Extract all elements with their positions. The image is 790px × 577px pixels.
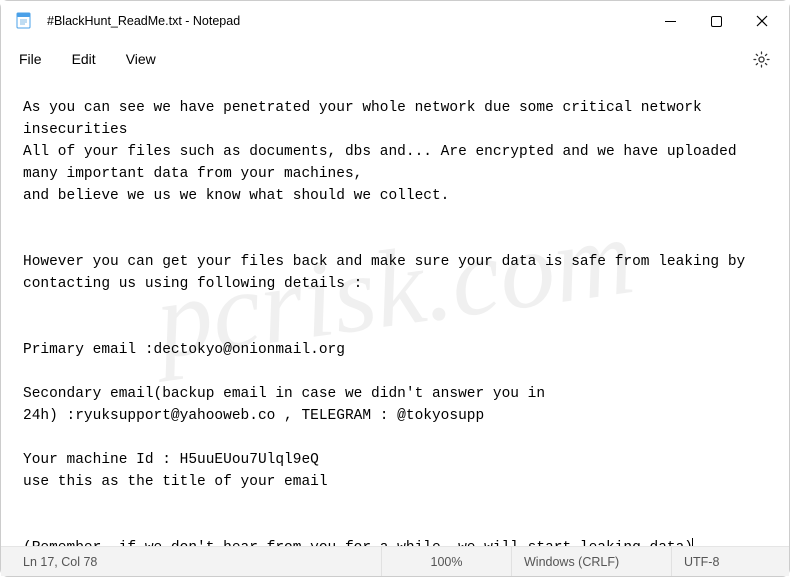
menu-edit[interactable]: Edit	[72, 51, 96, 67]
menu-file[interactable]: File	[19, 51, 42, 67]
titlebar: #BlackHunt_ReadMe.txt - Notepad	[1, 1, 789, 41]
status-encoding: UTF-8	[671, 547, 731, 576]
notepad-icon	[15, 12, 33, 30]
menubar: File Edit View	[1, 41, 789, 77]
status-line-ending: Windows (CRLF)	[511, 547, 671, 576]
window-title: #BlackHunt_ReadMe.txt - Notepad	[47, 14, 240, 28]
document-text: As you can see we have penetrated your w…	[23, 100, 754, 546]
statusbar: Ln 17, Col 78 100% Windows (CRLF) UTF-8	[1, 546, 789, 576]
text-content[interactable]: As you can see we have penetrated your w…	[1, 79, 789, 546]
minimize-button[interactable]	[647, 2, 693, 40]
status-cursor-position: Ln 17, Col 78	[1, 547, 381, 576]
close-button[interactable]	[739, 2, 785, 40]
text-caret	[692, 538, 693, 546]
maximize-button[interactable]	[693, 2, 739, 40]
menu-view[interactable]: View	[126, 51, 156, 67]
gear-icon[interactable]	[751, 49, 771, 69]
status-zoom[interactable]: 100%	[381, 547, 511, 576]
